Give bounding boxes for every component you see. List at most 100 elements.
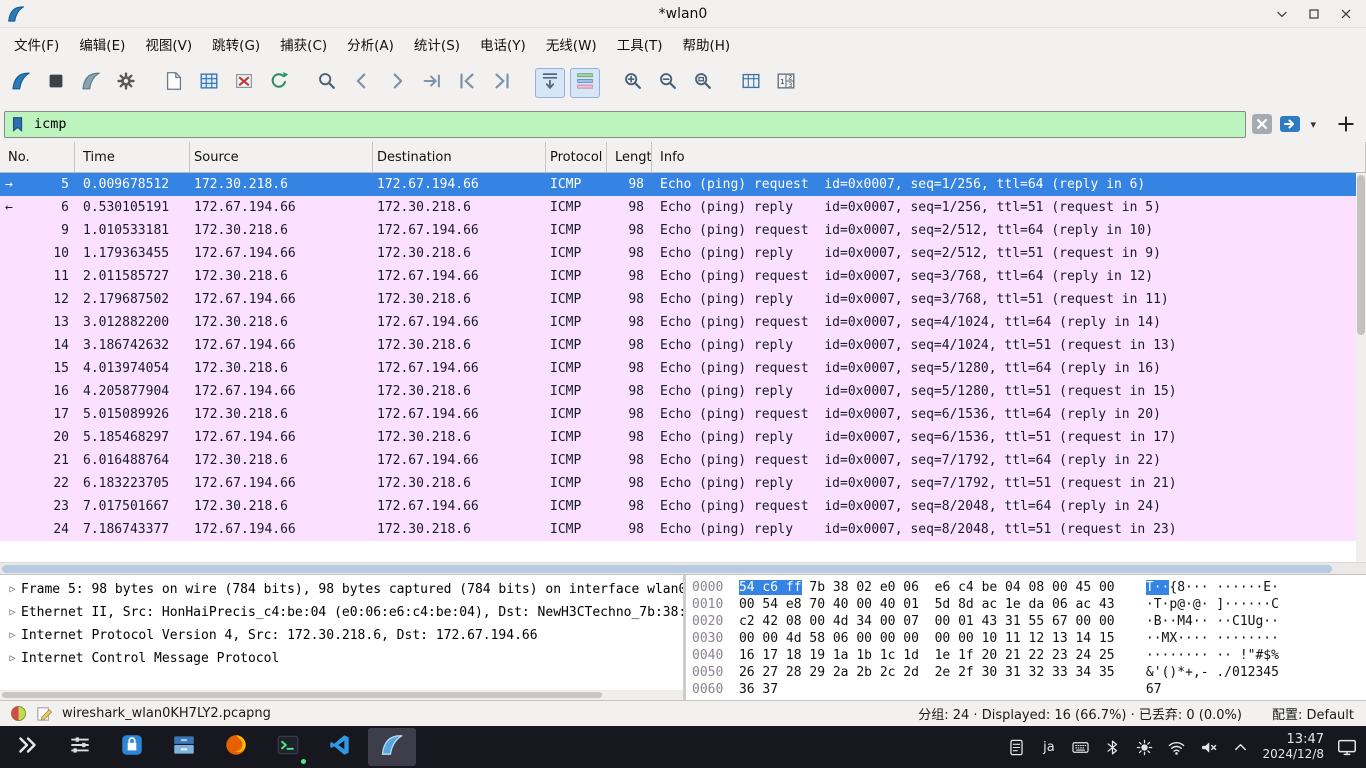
filter-dropdown-caret-icon[interactable]: ▾ — [1310, 118, 1316, 131]
system-monitor-taskbar-button[interactable] — [56, 728, 104, 766]
column-header-src[interactable]: Source — [190, 142, 373, 172]
hex-row[interactable]: 001000 54 e8 70 40 00 40 01 5d 8d ac 1e … — [692, 597, 1366, 614]
menu-item[interactable]: 统计(S) — [404, 29, 470, 59]
packet-row[interactable]: 101.179363455172.67.194.66172.30.218.6IC… — [0, 242, 1366, 265]
packet-list-horizontal-scrollbar[interactable] — [0, 562, 1366, 574]
packet-row[interactable]: 143.186742632172.67.194.66172.30.218.6IC… — [0, 334, 1366, 357]
hex-row[interactable]: 0020c2 42 08 00 4d 34 00 07 00 01 43 31 … — [692, 614, 1366, 631]
auto-scroll-button[interactable] — [535, 68, 565, 98]
capture-comment-icon[interactable] — [36, 705, 53, 722]
menu-item[interactable]: 分析(A) — [337, 29, 404, 59]
zoom-out-button[interactable] — [653, 68, 683, 98]
packet-row[interactable]: 175.015089926172.30.218.6172.67.194.66IC… — [0, 403, 1366, 426]
keyboard-icon[interactable] — [1071, 738, 1090, 757]
hex-row[interactable]: 004016 17 18 19 1a 1b 1c 1d 1e 1f 20 21 … — [692, 648, 1366, 665]
column-header-info[interactable]: Info — [652, 142, 1366, 172]
shark-fin-start-button[interactable] — [6, 68, 36, 98]
menu-item[interactable]: 工具(T) — [607, 29, 673, 59]
display-filter-input[interactable]: icmp — [4, 111, 1246, 138]
packet-row[interactable]: →50.009678512172.30.218.6172.67.194.66IC… — [0, 173, 1366, 196]
last-packet-button[interactable] — [487, 68, 517, 98]
firefox-taskbar-button[interactable] — [212, 728, 260, 766]
brightness-icon[interactable] — [1135, 738, 1154, 757]
menu-item[interactable]: 电话(Y) — [470, 29, 536, 59]
column-header-dst[interactable]: Destination — [373, 142, 546, 172]
expand-arrow-icon[interactable]: ▷ — [4, 584, 21, 595]
expert-info-icon[interactable] — [10, 705, 27, 722]
capture-options-gear-button[interactable] — [111, 68, 141, 98]
packet-detail-line[interactable]: ▷Internet Control Message Protocol — [0, 647, 683, 670]
first-packet-button[interactable] — [452, 68, 482, 98]
taskbar-clock[interactable]: 13:47 2024/12/8 — [1262, 732, 1324, 762]
resize-columns-button[interactable] — [736, 68, 766, 98]
filter-bookmark-icon[interactable] — [9, 115, 27, 133]
save-file-button[interactable] — [194, 68, 224, 98]
zoom-reset-button[interactable] — [688, 68, 718, 98]
packet-row[interactable]: 91.010533181172.30.218.6172.67.194.66ICM… — [0, 219, 1366, 242]
minimize-button[interactable] — [1274, 6, 1290, 22]
wireshark-taskbar-taskbar-button[interactable] — [368, 728, 416, 766]
menu-item[interactable]: 捕获(C) — [270, 29, 337, 59]
clear-filter-button[interactable] — [1252, 114, 1272, 134]
input-method-ja[interactable]: ja — [1039, 738, 1058, 757]
zoom-in-button[interactable] — [618, 68, 648, 98]
packet-row[interactable]: 133.012882200172.30.218.6172.67.194.66IC… — [0, 311, 1366, 334]
packet-row[interactable]: 112.011585727172.30.218.6172.67.194.66IC… — [0, 265, 1366, 288]
volume-muted-icon[interactable] — [1199, 738, 1218, 757]
packet-list-vertical-scrollbar[interactable] — [1356, 173, 1366, 562]
expand-arrow-icon[interactable]: ▷ — [4, 607, 21, 618]
hex-row[interactable]: 000054 c6 ff 7b 38 02 e0 06 e6 c4 be 04 … — [692, 580, 1366, 597]
expand-arrow-icon[interactable]: ▷ — [4, 653, 21, 664]
column-header-len[interactable]: Length — [607, 142, 652, 172]
open-file-button[interactable] — [159, 68, 189, 98]
clipboard-icon[interactable] — [1007, 738, 1026, 757]
profile-label[interactable]: 配置: Default — [1272, 704, 1354, 723]
vscode-taskbar-button[interactable] — [316, 728, 364, 766]
menu-item[interactable]: 文件(F) — [4, 29, 69, 59]
packet-detail-line[interactable]: ▷Ethernet II, Src: HonHaiPrecis_c4:be:04… — [0, 601, 683, 624]
reload-file-button[interactable] — [264, 68, 294, 98]
go-forward-button[interactable] — [382, 68, 412, 98]
details-horizontal-scrollbar[interactable] — [0, 690, 683, 700]
column-header-time[interactable]: Time — [75, 142, 190, 172]
column-header-proto[interactable]: Protocol — [546, 142, 607, 172]
packet-row[interactable]: 122.179687502172.67.194.66172.30.218.6IC… — [0, 288, 1366, 311]
go-back-button[interactable] — [347, 68, 377, 98]
packet-row[interactable]: 247.186743377172.67.194.66172.30.218.6IC… — [0, 518, 1366, 541]
software-app-taskbar-button[interactable] — [108, 728, 156, 766]
packet-row[interactable]: 205.185468297172.67.194.66172.30.218.6IC… — [0, 426, 1366, 449]
column-header-no[interactable]: No. — [0, 142, 75, 172]
numbered-columns-button[interactable]: 123 — [771, 68, 801, 98]
colorize-button[interactable] — [570, 68, 600, 98]
file-manager-taskbar-button[interactable] — [160, 728, 208, 766]
menu-item[interactable]: 跳转(G) — [202, 29, 270, 59]
packet-detail-line[interactable]: ▷Internet Protocol Version 4, Src: 172.3… — [0, 624, 683, 647]
menu-item[interactable]: 编辑(E) — [69, 29, 135, 59]
wifi-icon[interactable] — [1167, 738, 1186, 757]
restart-capture-button[interactable] — [76, 68, 106, 98]
add-filter-button[interactable] — [1336, 114, 1356, 134]
find-packet-button[interactable] — [312, 68, 342, 98]
close-button[interactable] — [1338, 6, 1354, 22]
chevron-up-icon[interactable] — [1231, 738, 1250, 757]
packet-row[interactable]: 226.183223705172.67.194.66172.30.218.6IC… — [0, 472, 1366, 495]
bluetooth-icon[interactable] — [1103, 738, 1122, 757]
hex-row[interactable]: 006036 3767 — [692, 682, 1366, 699]
packet-row[interactable]: 164.205877904172.67.194.66172.30.218.6IC… — [0, 380, 1366, 403]
apply-filter-button[interactable] — [1278, 114, 1302, 134]
go-to-packet-button[interactable] — [417, 68, 447, 98]
hex-row[interactable]: 005026 27 28 29 2a 2b 2c 2d 2e 2f 30 31 … — [692, 665, 1366, 682]
packet-row[interactable]: 216.016488764172.30.218.6172.67.194.66IC… — [0, 449, 1366, 472]
close-file-button[interactable] — [229, 68, 259, 98]
stop-capture-button[interactable] — [41, 68, 71, 98]
menu-item[interactable]: 视图(V) — [135, 29, 202, 59]
packet-row[interactable]: ←60.530105191172.67.194.66172.30.218.6IC… — [0, 196, 1366, 219]
launcher-taskbar-button[interactable] — [4, 728, 52, 766]
expand-arrow-icon[interactable]: ▷ — [4, 630, 21, 641]
packet-row[interactable]: 237.017501667172.30.218.6172.67.194.66IC… — [0, 495, 1366, 518]
packet-row[interactable]: 154.013974054172.30.218.6172.67.194.66IC… — [0, 357, 1366, 380]
menu-item[interactable]: 帮助(H) — [672, 29, 740, 59]
hex-row[interactable]: 003000 00 4d 58 06 00 00 00 00 00 10 11 … — [692, 631, 1366, 648]
maximize-button[interactable] — [1306, 6, 1322, 22]
display-icon[interactable] — [1336, 736, 1358, 758]
